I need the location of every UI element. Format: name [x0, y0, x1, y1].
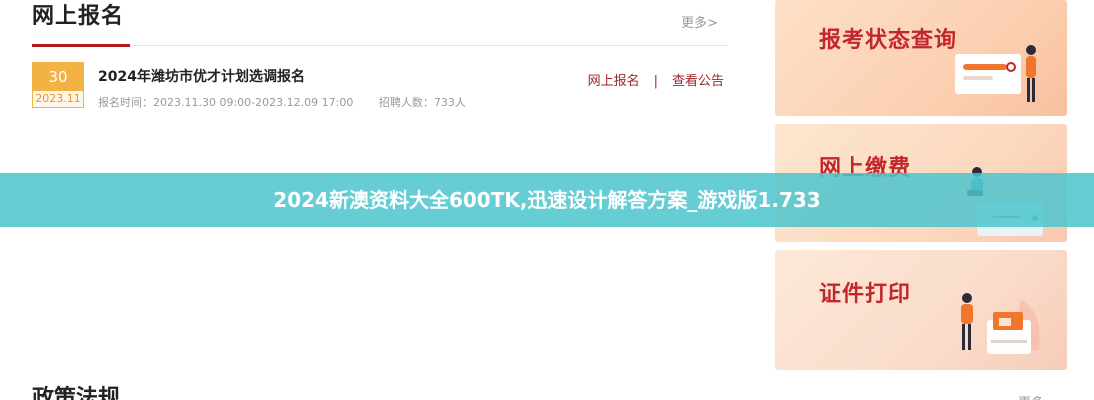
list-item: 30 2023.11 2024年潍坊市优才计划选调报名 报名时间：2023.11…: [32, 62, 728, 112]
card-label: 证件打印: [819, 282, 912, 307]
document-print-illustration-icon: [961, 293, 1040, 354]
banner-text: 2024新澳资料大全600TK,迅速设计解答方案_游戏版1.733: [273, 188, 821, 212]
recruit-count: 招聘人数：733人: [378, 96, 466, 109]
more-link[interactable]: 更多>: [681, 12, 718, 31]
document-print-card[interactable]: 证件打印: [775, 250, 1067, 370]
date-day: 30: [33, 63, 83, 91]
registration-time: 报名时间：2023.11.30 09:00-2023.12.09 17:00: [98, 96, 354, 109]
date-badge: 30 2023.11: [32, 62, 84, 108]
card-label: 报考状态查询: [819, 28, 958, 53]
policy-section-title: 政策法规: [32, 386, 121, 400]
policy-more-link[interactable]: 更多: [1018, 392, 1044, 400]
registration-item-meta: 报名时间：2023.11.30 09:00-2023.12.09 17:00 招…: [98, 94, 488, 110]
status-query-card[interactable]: 报考状态查询: [775, 0, 1067, 116]
online-register-link[interactable]: 网上报名: [588, 74, 640, 89]
section-title-underline: [32, 44, 130, 47]
action-separator: |: [653, 74, 658, 89]
view-notice-link[interactable]: 查看公告: [672, 74, 724, 89]
search-status-illustration-icon: [955, 45, 1036, 102]
registration-item-title[interactable]: 2024年潍坊市优才计划选调报名: [98, 66, 305, 86]
date-year-month: 2023.11: [33, 91, 83, 107]
overlay-banner: 2024新澳资料大全600TK,迅速设计解答方案_游戏版1.733: [0, 173, 1094, 227]
registration-actions: 网上报名 | 查看公告: [588, 70, 724, 89]
registration-section-header: 网上报名 更多>: [32, 0, 728, 47]
section-title: 网上报名: [32, 4, 125, 29]
